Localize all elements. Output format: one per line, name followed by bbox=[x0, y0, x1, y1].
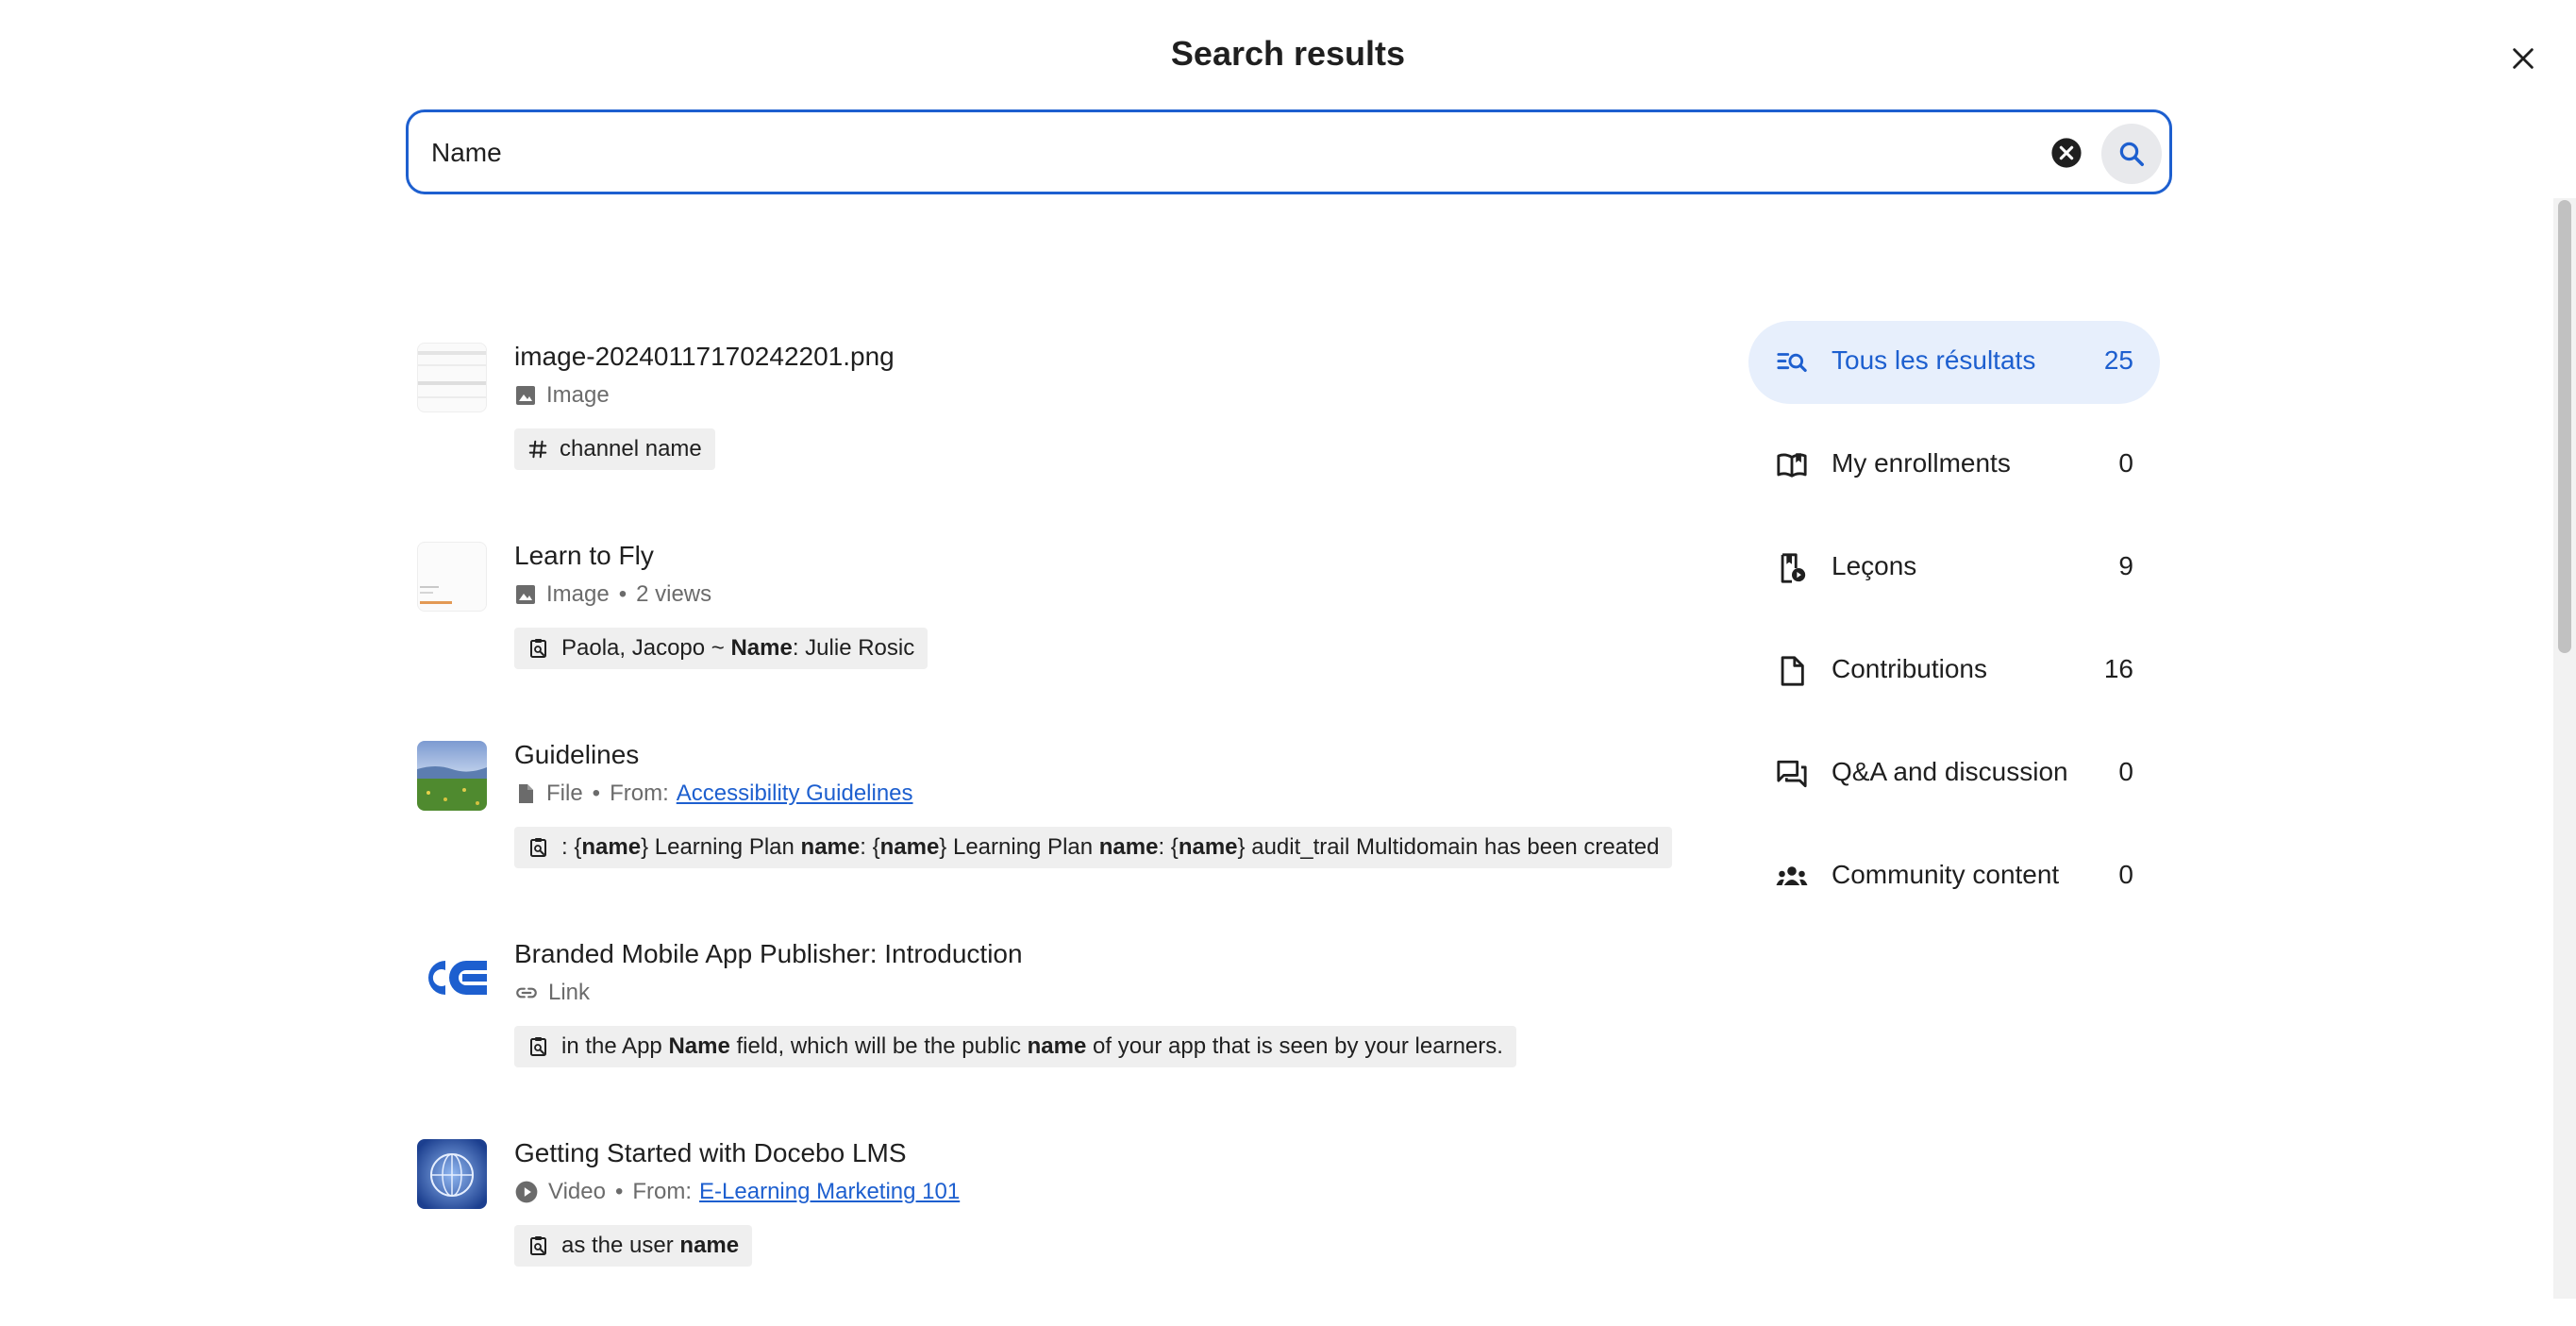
filter-count: 9 bbox=[2118, 551, 2133, 580]
result-type: Link bbox=[548, 980, 591, 1005]
result-snippet: as the user name bbox=[514, 1225, 753, 1267]
result-from-link[interactable]: E-Learning Marketing 101 bbox=[699, 1179, 960, 1205]
hashtag-icon bbox=[528, 440, 547, 459]
close-icon bbox=[2513, 48, 2534, 69]
result-type: Image bbox=[546, 382, 610, 408]
result-item[interactable]: Branded Mobile App Publisher: Introducti… bbox=[415, 928, 1661, 1127]
results-list: image-20240117170242201.png Image channe… bbox=[415, 330, 1673, 1326]
filter-label: My enrollments bbox=[1832, 448, 2011, 478]
result-snippet: channel name bbox=[514, 428, 715, 470]
result-meta: Link bbox=[514, 980, 590, 1006]
lesson-icon bbox=[1781, 553, 1806, 583]
content-search-icon bbox=[530, 838, 546, 857]
result-from-label: From: bbox=[632, 1179, 693, 1204]
search-button[interactable] bbox=[2101, 124, 2162, 184]
result-snippet: : {name} Learning Plan name: {name} Lear… bbox=[514, 827, 1673, 868]
result-meta: Image • 2 views bbox=[514, 581, 711, 608]
search-list-icon bbox=[1777, 353, 1807, 373]
snippet-text: in the App Name field, which will be the… bbox=[561, 1033, 1503, 1059]
filter-my-enrollments[interactable]: My enrollments 0 bbox=[1748, 424, 2160, 507]
search-input[interactable] bbox=[431, 131, 1941, 175]
search-icon bbox=[2119, 142, 2144, 166]
content-search-icon bbox=[530, 639, 546, 658]
scrollbar[interactable] bbox=[2553, 198, 2576, 1299]
filter-count: 0 bbox=[2118, 448, 2133, 478]
result-meta: File • From: Accessibility Guidelines bbox=[514, 780, 913, 807]
page-title: Search results bbox=[1170, 34, 1406, 73]
filter-label: Contributions bbox=[1832, 654, 1987, 683]
content-search-icon bbox=[530, 1037, 546, 1056]
link-icon bbox=[516, 987, 537, 999]
filter-contributions[interactable]: Contributions 16 bbox=[1748, 629, 2160, 713]
community-icon bbox=[1776, 866, 1808, 885]
filter-label: Community content bbox=[1832, 860, 2060, 889]
filter-label: Leçons bbox=[1832, 551, 1917, 580]
filter-lessons[interactable]: Leçons 9 bbox=[1748, 527, 2160, 610]
snippet-text: Paola, Jacopo ~ Name: Julie Rosic bbox=[561, 635, 915, 661]
clear-search-button[interactable] bbox=[2050, 137, 2083, 169]
result-meta: Image bbox=[514, 382, 610, 409]
result-title[interactable]: Getting Started with Docebo LMS bbox=[514, 1138, 907, 1168]
filter-count: 16 bbox=[2103, 654, 2133, 683]
result-title[interactable]: Guidelines bbox=[514, 740, 639, 770]
result-meta: Video • From: E-Learning Marketing 101 bbox=[514, 1179, 960, 1205]
result-from-label: From: bbox=[610, 780, 669, 806]
image-icon bbox=[516, 386, 535, 405]
result-item[interactable]: image-20240117170242201.png Image channe… bbox=[415, 330, 1661, 529]
filter-community-content[interactable]: Community content 0 bbox=[1748, 835, 2160, 918]
close-button[interactable] bbox=[2499, 34, 2548, 83]
content-search-icon bbox=[530, 1236, 546, 1255]
filter-count: 0 bbox=[2118, 860, 2133, 889]
result-title[interactable]: Learn to Fly bbox=[514, 541, 654, 571]
result-title[interactable]: image-20240117170242201.png bbox=[514, 342, 895, 372]
result-thumbnail bbox=[417, 542, 487, 612]
filter-label: Tous les résultats bbox=[1832, 345, 2036, 375]
result-item[interactable]: Getting Started with Docebo LMS Video • … bbox=[415, 1127, 1661, 1326]
result-thumbnail bbox=[417, 741, 487, 811]
filter-qa-discussion[interactable]: Q&A and discussion 0 bbox=[1748, 732, 2160, 815]
play-circle-icon bbox=[515, 1181, 538, 1203]
filter-panel: Tous les résultats 25 My enrollments 0 L… bbox=[1748, 321, 2160, 938]
result-type: Image bbox=[546, 581, 610, 607]
clear-icon bbox=[2051, 138, 2082, 168]
result-from-link[interactable]: Accessibility Guidelines bbox=[677, 780, 913, 807]
chat-icon bbox=[1777, 760, 1807, 788]
result-item[interactable]: Learn to Fly Image • 2 views Paola, Jaco… bbox=[415, 529, 1661, 729]
filter-count: 0 bbox=[2118, 757, 2133, 786]
result-snippet: Paola, Jacopo ~ Name: Julie Rosic bbox=[514, 628, 928, 669]
result-views: 2 views bbox=[636, 581, 712, 607]
result-item[interactable]: Guidelines File • From: Accessibility Gu… bbox=[415, 729, 1673, 928]
result-snippet: in the App Name field, which will be the… bbox=[514, 1026, 1516, 1067]
result-type: File bbox=[546, 780, 583, 806]
filter-label: Q&A and discussion bbox=[1832, 757, 2068, 786]
snippet-text: channel name bbox=[560, 436, 702, 462]
result-thumbnail bbox=[417, 940, 487, 1010]
result-type: Video bbox=[548, 1179, 606, 1204]
filter-all-results[interactable]: Tous les résultats 25 bbox=[1748, 321, 2160, 404]
file-icon bbox=[519, 784, 533, 803]
snippet-text: as the user name bbox=[561, 1233, 740, 1258]
document-icon bbox=[1781, 656, 1804, 686]
result-thumbnail bbox=[417, 343, 487, 412]
result-thumbnail bbox=[417, 1139, 487, 1209]
snippet-text: : {name} Learning Plan name: {name} Lear… bbox=[561, 834, 1660, 860]
open-book-icon bbox=[1777, 453, 1807, 478]
search-bar bbox=[406, 109, 2172, 194]
filter-count: 25 bbox=[2103, 345, 2133, 375]
result-title[interactable]: Branded Mobile App Publisher: Introducti… bbox=[514, 939, 1023, 969]
image-icon bbox=[516, 585, 535, 604]
scrollbar-thumb[interactable] bbox=[2558, 200, 2571, 653]
